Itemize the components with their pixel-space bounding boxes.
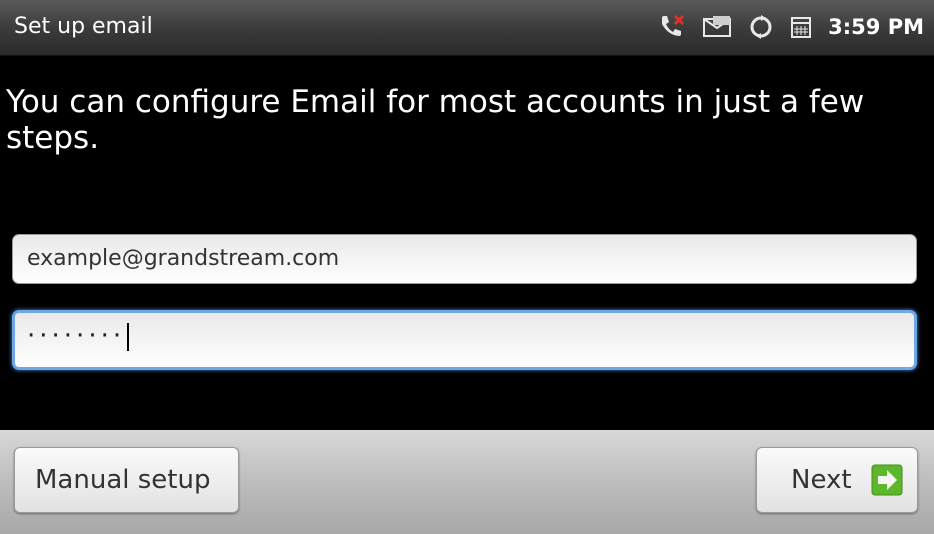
password-dots: ········ <box>27 321 126 351</box>
next-label: Next <box>791 465 852 495</box>
manual-setup-label: Manual setup <box>35 465 211 495</box>
setup-form: You can configure Email for most account… <box>0 56 934 430</box>
missed-call-icon <box>658 14 686 40</box>
voicemail-icon <box>702 15 732 39</box>
title-bar: Set up email 3:59 PM <box>0 0 934 56</box>
next-arrow-icon <box>871 464 903 503</box>
sync-icon <box>748 14 774 40</box>
button-bar: Manual setup Next <box>0 430 934 534</box>
page-title: Set up email <box>14 14 153 39</box>
status-bar: 3:59 PM <box>658 12 924 42</box>
text-caret <box>127 322 130 351</box>
password-field[interactable]: ········ <box>12 310 917 370</box>
email-field[interactable]: example@grandstream.com <box>12 234 917 284</box>
email-value: example@grandstream.com <box>27 246 340 271</box>
next-button[interactable]: Next <box>756 447 918 513</box>
status-time: 3:59 PM <box>828 15 924 39</box>
calendar-icon <box>790 15 812 39</box>
intro-text: You can configure Email for most account… <box>6 84 865 156</box>
password-value: ········ <box>27 321 130 351</box>
manual-setup-button[interactable]: Manual setup <box>14 447 239 513</box>
